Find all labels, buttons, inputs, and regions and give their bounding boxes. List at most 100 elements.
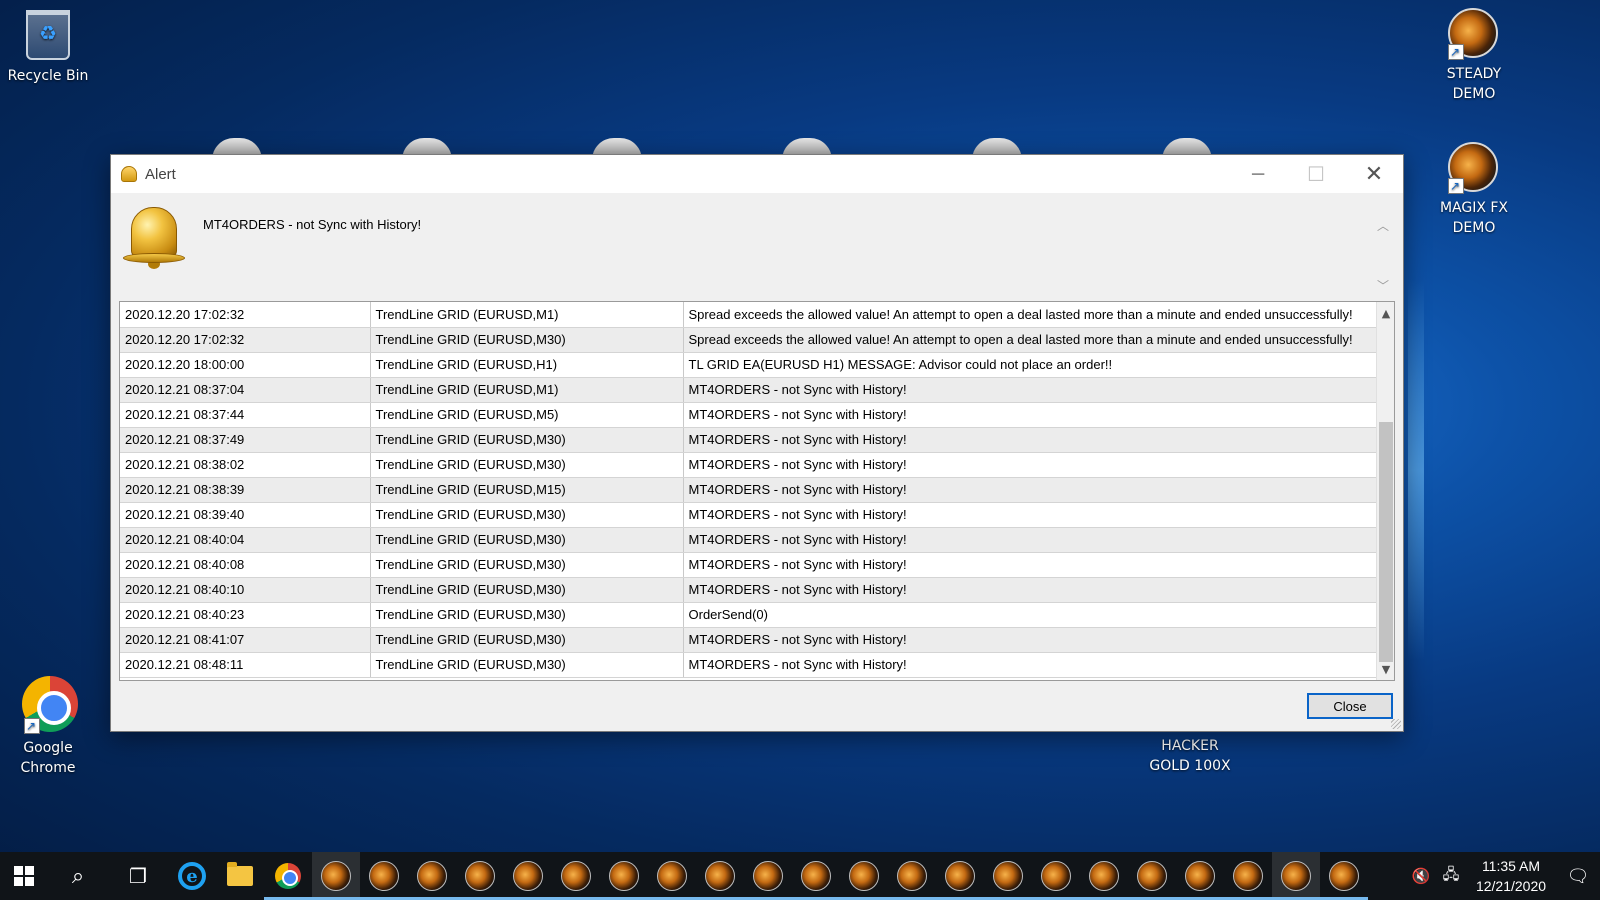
desktop-icon-label: Recycle Bin bbox=[7, 68, 89, 84]
taskbar-mt4-terminal[interactable] bbox=[936, 852, 984, 900]
desktop-icon-hacker-gold[interactable]: HACKER GOLD 100X bbox=[1140, 736, 1240, 776]
table-row[interactable]: 2020.12.21 08:40:23 TrendLine GRID (EURUS… bbox=[120, 602, 1377, 628]
resize-grip-icon[interactable] bbox=[1391, 719, 1401, 729]
row-expert: TrendLine GRID (EURUSD,M30) bbox=[370, 577, 684, 603]
taskbar-mt4-terminal[interactable] bbox=[408, 852, 456, 900]
desktop-icon-google-chrome[interactable]: Google Chrome bbox=[0, 676, 96, 778]
scrollbar-thumb[interactable] bbox=[1379, 422, 1393, 662]
row-time: 2020.12.21 08:38:02 bbox=[120, 452, 371, 478]
taskbar-mt4-terminal[interactable] bbox=[504, 852, 552, 900]
desktop-icon-magix-fx-demo[interactable]: MAGIX FX DEMO bbox=[1426, 142, 1522, 238]
table-row[interactable]: 2020.12.21 08:39:40 TrendLine GRID (EURUS… bbox=[120, 502, 1377, 528]
taskbar-mt4-terminal[interactable] bbox=[984, 852, 1032, 900]
table-row[interactable]: 2020.12.21 08:40:04 TrendLine GRID (EURUS… bbox=[120, 527, 1377, 553]
bull-app-icon bbox=[561, 861, 591, 891]
row-message: MT4ORDERS - not Sync with History! bbox=[683, 377, 1377, 403]
desktop-icon-recycle-bin[interactable]: Recycle Bin bbox=[0, 10, 96, 86]
system-tray: 🔇 🖧 11:35 AM 12/21/2020 🗨 bbox=[1406, 852, 1600, 900]
taskbar-chrome[interactable] bbox=[264, 852, 312, 900]
taskbar-mt4-terminal[interactable] bbox=[360, 852, 408, 900]
table-row[interactable]: 2020.12.21 08:37:44 TrendLine GRID (EURUS… bbox=[120, 402, 1377, 428]
taskbar-mt4-terminal[interactable] bbox=[792, 852, 840, 900]
chevron-down-icon[interactable]: ﹀ bbox=[1377, 277, 1389, 294]
table-row[interactable]: 2020.12.21 08:48:11 TrendLine GRID (EURUS… bbox=[120, 652, 1377, 678]
row-time: 2020.12.21 08:40:08 bbox=[120, 552, 371, 578]
scroll-up-arrow-icon[interactable]: ▲ bbox=[1377, 304, 1394, 322]
taskbar-mt4-terminal[interactable] bbox=[1128, 852, 1176, 900]
shortcut-arrow-icon bbox=[24, 716, 40, 736]
bull-app-icon bbox=[465, 861, 495, 891]
notification-center-icon[interactable]: 🗨 bbox=[1556, 866, 1600, 887]
row-expert: TrendLine GRID (EURUSD,M5) bbox=[370, 402, 684, 428]
taskbar-mt4-terminal[interactable] bbox=[1224, 852, 1272, 900]
table-row[interactable]: 2020.12.21 08:41:07 TrendLine GRID (EURUS… bbox=[120, 627, 1377, 653]
search-button[interactable]: ⌕ bbox=[48, 852, 108, 900]
row-message: MT4ORDERS - not Sync with History! bbox=[683, 477, 1377, 503]
row-expert: TrendLine GRID (EURUSD,M30) bbox=[370, 652, 684, 678]
bull-app-icon bbox=[1137, 861, 1167, 891]
desktop-icon-label: STEADY DEMO bbox=[1446, 66, 1502, 102]
taskbar-mt4-terminal[interactable] bbox=[888, 852, 936, 900]
row-expert: TrendLine GRID (EURUSD,M30) bbox=[370, 502, 684, 528]
network-icon[interactable]: 🖧 bbox=[1436, 864, 1466, 889]
title-bar[interactable]: Alert ─ ☐ ✕ bbox=[111, 155, 1403, 193]
table-row[interactable]: 2020.12.21 08:38:39 TrendLine GRID (EURUS… bbox=[120, 477, 1377, 503]
table-row[interactable]: 2020.12.20 17:02:32 TrendLine GRID (EURUS… bbox=[120, 327, 1377, 353]
row-message: MT4ORDERS - not Sync with History! bbox=[683, 552, 1377, 578]
row-expert: TrendLine GRID (EURUSD,M15) bbox=[370, 477, 684, 503]
row-time: 2020.12.21 08:40:10 bbox=[120, 577, 371, 603]
taskbar-mt4-terminal[interactable] bbox=[1176, 852, 1224, 900]
row-message: MT4ORDERS - not Sync with History! bbox=[683, 402, 1377, 428]
close-button[interactable]: Close bbox=[1307, 693, 1393, 719]
bull-app-icon bbox=[705, 861, 735, 891]
bull-app-icon bbox=[1185, 861, 1215, 891]
bull-app-icon bbox=[369, 861, 399, 891]
table-row[interactable]: 2020.12.21 08:38:02 TrendLine GRID (EURUS… bbox=[120, 452, 1377, 478]
bull-app-icon bbox=[1329, 861, 1359, 891]
table-row[interactable]: 2020.12.21 08:37:04 TrendLine GRID (EURUS… bbox=[120, 377, 1377, 403]
table-row[interactable]: 2020.12.20 17:02:32 TrendLine GRID (EURUS… bbox=[120, 302, 1377, 328]
start-button[interactable] bbox=[0, 852, 48, 900]
task-view-button[interactable]: ❐ bbox=[108, 852, 168, 900]
clock-time: 11:35 AM bbox=[1481, 858, 1541, 874]
taskbar-mt4-terminal[interactable] bbox=[1032, 852, 1080, 900]
row-time: 2020.12.21 08:37:04 bbox=[120, 377, 371, 403]
taskbar-mt4-terminal[interactable] bbox=[312, 852, 360, 900]
row-message: OrderSend(0) bbox=[683, 602, 1377, 628]
taskbar-clock[interactable]: 11:35 AM 12/21/2020 bbox=[1466, 856, 1556, 896]
close-window-button[interactable]: ✕ bbox=[1345, 155, 1403, 193]
speaker-muted-icon[interactable]: 🔇 bbox=[1406, 867, 1436, 885]
internet-explorer-icon: e bbox=[178, 862, 206, 890]
taskbar-mt4-terminal[interactable] bbox=[1080, 852, 1128, 900]
chevron-up-icon[interactable]: ︿ bbox=[1377, 217, 1389, 234]
row-expert: TrendLine GRID (EURUSD,M30) bbox=[370, 327, 684, 353]
table-row[interactable]: 2020.12.21 08:37:49 TrendLine GRID (EURUS… bbox=[120, 427, 1377, 453]
taskbar-mt4-terminal[interactable] bbox=[600, 852, 648, 900]
taskbar-mt4-terminal[interactable] bbox=[648, 852, 696, 900]
taskbar-mt4-terminal[interactable] bbox=[456, 852, 504, 900]
taskbar-mt4-terminal[interactable] bbox=[840, 852, 888, 900]
taskbar-file-explorer[interactable] bbox=[216, 852, 264, 900]
minimize-button[interactable]: ─ bbox=[1229, 155, 1287, 193]
taskbar-mt4-terminal[interactable] bbox=[744, 852, 792, 900]
row-time: 2020.12.20 17:02:32 bbox=[120, 302, 371, 328]
taskbar-mt4-terminal[interactable] bbox=[696, 852, 744, 900]
vertical-scrollbar[interactable]: ▲ ▼ bbox=[1376, 302, 1394, 680]
desktop-icon-label: HACKER GOLD 100X bbox=[1149, 738, 1231, 774]
taskbar-mt4-terminal[interactable] bbox=[1320, 852, 1368, 900]
maximize-button[interactable]: ☐ bbox=[1287, 155, 1345, 193]
alert-log-list[interactable]: 2020.12.20 17:02:32 TrendLine GRID (EURUS… bbox=[119, 301, 1395, 681]
taskbar-mt4-terminal[interactable] bbox=[1272, 852, 1320, 900]
taskbar-internet-explorer[interactable]: e bbox=[168, 852, 216, 900]
table-row[interactable]: 2020.12.21 08:40:08 TrendLine GRID (EURUS… bbox=[120, 552, 1377, 578]
desktop-icon-steady-demo[interactable]: STEADY DEMO bbox=[1426, 8, 1522, 104]
table-row[interactable]: 2020.12.20 18:00:00 TrendLine GRID (EURUS… bbox=[120, 352, 1377, 378]
row-message: MT4ORDERS - not Sync with History! bbox=[683, 577, 1377, 603]
taskbar-mt4-terminal[interactable] bbox=[552, 852, 600, 900]
row-expert: TrendLine GRID (EURUSD,M1) bbox=[370, 377, 684, 403]
taskbar: ⌕ ❐ e 🔇 🖧 11:35 AM 12/21/2020 🗨 bbox=[0, 852, 1600, 900]
table-row[interactable]: 2020.12.21 08:40:10 TrendLine GRID (EURUS… bbox=[120, 577, 1377, 603]
bull-app-icon bbox=[513, 861, 543, 891]
scroll-down-arrow-icon[interactable]: ▼ bbox=[1377, 660, 1394, 678]
bull-app-icon bbox=[1281, 861, 1311, 891]
